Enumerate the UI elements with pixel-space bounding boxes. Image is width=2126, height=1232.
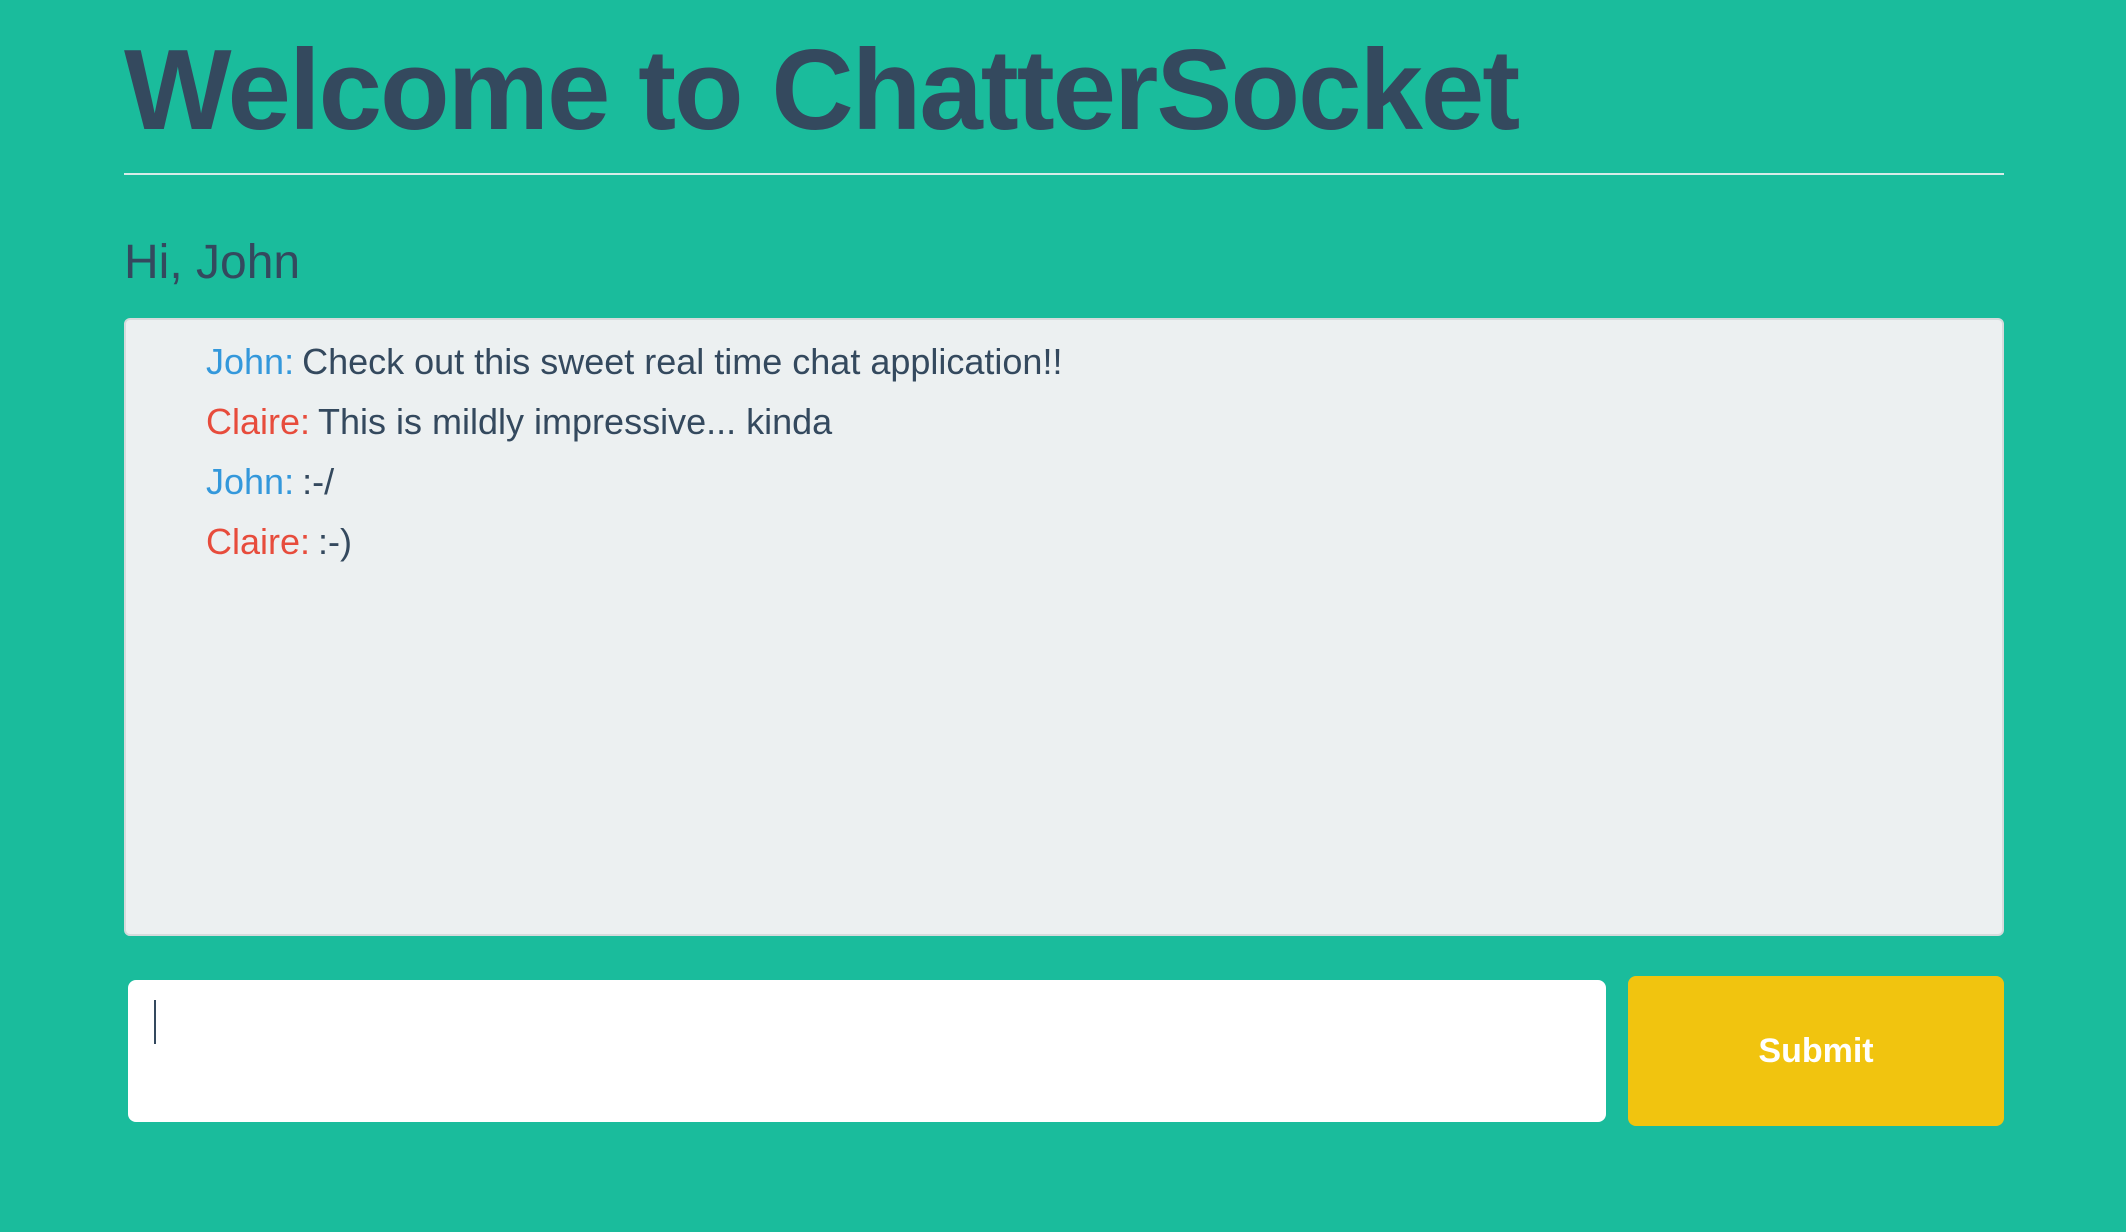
submit-button[interactable]: Submit <box>1628 976 2004 1126</box>
message-sender: John: <box>206 461 295 502</box>
message-item: Claire: This is mildly impressive... kind… <box>206 392 1982 452</box>
greeting-text: Hi, John <box>124 236 301 289</box>
message-list: John: Check out this sweet real time chat… <box>206 332 1982 572</box>
message-sender: John: <box>206 341 295 382</box>
message-composer: Submit <box>128 976 2004 1126</box>
message-item: Claire::-) <box>206 512 1982 572</box>
message-sender: Claire: <box>206 521 311 562</box>
message-text: This is mildly impressive... kinda <box>318 401 833 442</box>
message-text: :-) <box>318 521 353 562</box>
message-sender: Claire: <box>206 401 311 442</box>
message-text: :-/ <box>302 461 335 502</box>
message-item: John::-/ <box>206 452 1982 512</box>
title-divider <box>124 173 2004 175</box>
page-title: Welcome to ChatterSocket <box>124 27 1520 154</box>
message-text: Check out this sweet real time chat appl… <box>302 341 1063 382</box>
message-item: John: Check out this sweet real time chat… <box>206 332 1982 392</box>
text-caret <box>154 1000 156 1044</box>
message-input[interactable] <box>128 980 1606 1122</box>
chat-message-box[interactable]: John: Check out this sweet real time chat… <box>124 318 2004 936</box>
